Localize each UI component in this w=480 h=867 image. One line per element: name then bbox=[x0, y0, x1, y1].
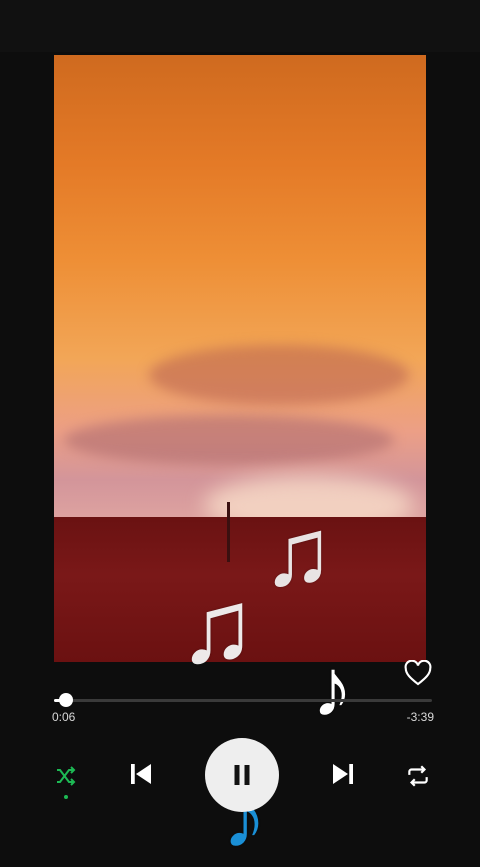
shuffle-active-indicator bbox=[64, 795, 68, 799]
shuffle-button[interactable] bbox=[52, 762, 80, 790]
skip-next-icon bbox=[333, 764, 353, 784]
artwork-pole bbox=[227, 502, 230, 562]
progress-handle[interactable] bbox=[59, 693, 74, 707]
music-note-sticker: ♫ bbox=[262, 499, 334, 606]
repeat-button[interactable] bbox=[404, 762, 432, 790]
next-button[interactable] bbox=[326, 757, 360, 791]
skip-previous-icon bbox=[131, 764, 151, 784]
music-note-sticker: ♪ bbox=[312, 643, 353, 734]
elapsed-time: 0:06 bbox=[52, 710, 76, 724]
previous-button[interactable] bbox=[124, 757, 158, 791]
shuffle-icon bbox=[57, 766, 76, 786]
music-note-sticker: ♫ bbox=[178, 569, 256, 685]
repeat-icon bbox=[408, 765, 428, 787]
artwork-cloud bbox=[149, 345, 409, 405]
play-pause-button[interactable] bbox=[205, 738, 279, 812]
heart-icon[interactable] bbox=[404, 660, 432, 686]
status-bar bbox=[0, 0, 480, 52]
artwork-cloud bbox=[64, 415, 394, 465]
progress-bar[interactable] bbox=[54, 693, 432, 707]
remaining-time: -3:39 bbox=[406, 710, 434, 724]
pause-icon bbox=[234, 765, 250, 785]
